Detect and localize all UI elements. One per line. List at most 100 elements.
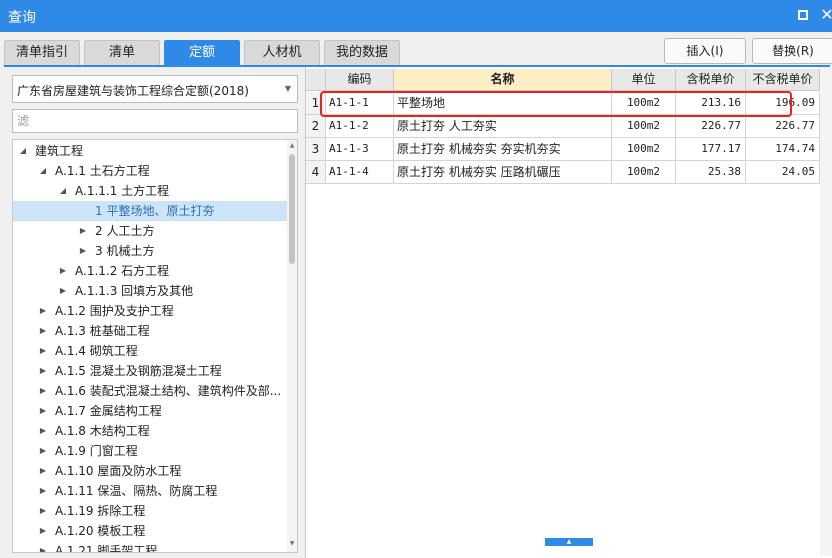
tree-collapse-icon[interactable]: ▶: [37, 461, 49, 481]
tree-node-a120[interactable]: ▶ A.1.20 模板工程: [13, 521, 287, 541]
tree-collapse-icon[interactable]: ▶: [37, 481, 49, 501]
grid-scrollbar[interactable]: [820, 67, 832, 556]
category-tree: ◢ 建筑工程 ◢ A.1.1 土石方工程 ◢ A.1.1.1 土方工程 1 平整…: [12, 139, 298, 553]
table-row[interactable]: 4 A1-1-4 原土打夯 机械夯实 压路机碾压 100m2 25.38 24.…: [306, 161, 820, 184]
tree-collapse-icon[interactable]: ▶: [57, 281, 69, 301]
tree-node-label: A.1.5 混凝土及钢筋混凝土工程: [55, 364, 222, 378]
close-button[interactable]: ✕: [818, 6, 832, 24]
tree-node-manual-earthwork[interactable]: ▶ 2 人工土方: [13, 221, 287, 241]
tree-collapse-icon[interactable]: ▶: [37, 381, 49, 401]
tree-node-label: A.1.19 拆除工程: [55, 504, 146, 518]
tree-node-a16[interactable]: ▶ A.1.6 装配式混凝土结构、建筑构件及部...: [13, 381, 287, 401]
scroll-down-icon[interactable]: ▼: [288, 540, 296, 550]
tree-node-a111[interactable]: ▶ A.1.11 保温、隔热、防腐工程: [13, 481, 287, 501]
row-index: 4: [306, 161, 326, 183]
tree-node-a14[interactable]: ▶ A.1.4 砌筑工程: [13, 341, 287, 361]
tree-node-label: A.1.1.1 土方工程: [75, 184, 170, 198]
tree-collapse-icon[interactable]: ▶: [37, 501, 49, 521]
tree-collapse-icon[interactable]: ▶: [37, 541, 49, 552]
header-price-tax[interactable]: 含税单价: [676, 69, 746, 90]
tree-node-a119[interactable]: ▶ A.1.19 拆除工程: [13, 501, 287, 521]
header-name[interactable]: 名称: [394, 69, 612, 90]
tree-expand-icon[interactable]: ◢: [17, 141, 29, 161]
close-icon: ✕: [820, 5, 832, 24]
cell-code: A1-1-2: [326, 115, 394, 137]
scroll-thumb[interactable]: [289, 154, 295, 264]
tree-node-label: A.1.7 金属结构工程: [55, 404, 162, 418]
tree-node-machine-earthwork[interactable]: ▶ 3 机械土方: [13, 241, 287, 261]
cell-unit: 100m2: [612, 161, 676, 183]
tree-node-label: A.1.21 脚手架工程: [55, 544, 158, 553]
row-index: 2: [306, 115, 326, 137]
insert-button[interactable]: 插入(I): [664, 38, 746, 64]
cell-price-tax: 177.17: [676, 138, 746, 160]
tree-node-a18[interactable]: ▶ A.1.8 木结构工程: [13, 421, 287, 441]
tree-node-label: A.1.1 土石方工程: [55, 164, 150, 178]
title-bar: 查询 ✕: [0, 0, 832, 32]
tab-labor-material-machine[interactable]: 人材机: [244, 40, 320, 66]
tree-collapse-icon[interactable]: ▶: [37, 441, 49, 461]
tree-node-a19[interactable]: ▶ A.1.9 门窗工程: [13, 441, 287, 461]
tree-node-stonework[interactable]: ▶ A.1.1.2 石方工程: [13, 261, 287, 281]
tree-node-label: 2 人工土方: [95, 224, 155, 238]
cell-unit: 100m2: [612, 138, 676, 160]
tree-collapse-icon[interactable]: ▶: [37, 361, 49, 381]
tree-node-label: A.1.1.3 回填方及其他: [75, 284, 194, 298]
tree-collapse-icon[interactable]: ▶: [77, 221, 89, 241]
tree-collapse-icon[interactable]: ▶: [57, 261, 69, 281]
tree-node-a15[interactable]: ▶ A.1.5 混凝土及钢筋混凝土工程: [13, 361, 287, 381]
row-index: 3: [306, 138, 326, 160]
tab-my-data[interactable]: 我的数据: [324, 40, 400, 66]
maximize-button[interactable]: [794, 6, 812, 24]
maximize-icon: [798, 10, 808, 20]
tree-node-a12[interactable]: ▶ A.1.2 围护及支护工程: [13, 301, 287, 321]
scroll-up-icon[interactable]: ▲: [288, 142, 296, 152]
tab-bill-guide[interactable]: 清单指引: [4, 40, 80, 66]
tree-node-a121[interactable]: ▶ A.1.21 脚手架工程: [13, 541, 287, 553]
tree-node-label: A.1.9 门窗工程: [55, 444, 138, 458]
tree-node-backfill[interactable]: ▶ A.1.1.3 回填方及其他: [13, 281, 287, 301]
tree-expand-icon[interactable]: ◢: [37, 161, 49, 181]
left-panel: 广东省房屋建筑与装饰工程综合定额(2018) ▼ ◢ 建筑工程 ◢ A.1.1 …: [0, 67, 304, 558]
tree-node-label: A.1.10 屋面及防水工程: [55, 464, 182, 478]
library-select[interactable]: 广东省房屋建筑与装饰工程综合定额(2018) ▼: [12, 75, 298, 103]
tree-collapse-icon[interactable]: ▶: [37, 421, 49, 441]
tree-scrollbar[interactable]: ▲ ▼: [287, 140, 297, 552]
tree-collapse-icon[interactable]: ▶: [77, 241, 89, 261]
tree-node-label: 建筑工程: [35, 144, 84, 158]
tree-node-earthwork[interactable]: ◢ A.1.1 土石方工程: [13, 161, 287, 181]
tree-collapse-icon[interactable]: ▶: [37, 401, 49, 421]
tree-node-a110[interactable]: ▶ A.1.10 屋面及防水工程: [13, 461, 287, 481]
header-unit[interactable]: 单位: [612, 69, 676, 90]
tree-node-label: A.1.2 围护及支护工程: [55, 304, 174, 318]
table-row[interactable]: 3 A1-1-3 原土打夯 机械夯实 夯实机夯实 100m2 177.17 17…: [306, 138, 820, 161]
replace-button[interactable]: 替换(R): [752, 38, 832, 64]
header-index: [306, 69, 326, 90]
tree-node-label: A.1.6 装配式混凝土结构、建筑构件及部...: [55, 384, 282, 398]
tab-quota[interactable]: 定额: [164, 40, 240, 66]
tree-node-soil[interactable]: ◢ A.1.1.1 土方工程: [13, 181, 287, 201]
tree-collapse-icon[interactable]: ▶: [37, 341, 49, 361]
header-price-notax[interactable]: 不含税单价: [746, 69, 820, 90]
tree-node-a17[interactable]: ▶ A.1.7 金属结构工程: [13, 401, 287, 421]
filter-input[interactable]: [12, 109, 298, 133]
grid-header: 编码 名称 单位 含税单价 不含税单价: [306, 69, 820, 91]
tree-node-a13[interactable]: ▶ A.1.3 桩基础工程: [13, 321, 287, 341]
panel-collapse-handle[interactable]: ▲: [545, 538, 593, 546]
tree-node-label: A.1.8 木结构工程: [55, 424, 150, 438]
tree-node-label: A.1.11 保温、隔热、防腐工程: [55, 484, 218, 498]
tab-bill[interactable]: 清单: [84, 40, 160, 66]
highlight-annotation: [320, 91, 792, 117]
tree-collapse-icon[interactable]: ▶: [37, 521, 49, 541]
tree-collapse-icon[interactable]: ▶: [37, 321, 49, 341]
cell-name: 原土打夯 机械夯实 压路机碾压: [394, 161, 612, 183]
cell-price-notax: 24.05: [746, 161, 820, 183]
tree-node-leveling[interactable]: 1 平整场地、原土打夯: [13, 201, 287, 221]
tree-node-building[interactable]: ◢ 建筑工程: [13, 141, 287, 161]
table-row[interactable]: 2 A1-1-2 原土打夯 人工夯实 100m2 226.77 226.77: [306, 115, 820, 138]
tree-node-label: A.1.4 砌筑工程: [55, 344, 138, 358]
header-code[interactable]: 编码: [326, 69, 394, 90]
cell-unit: 100m2: [612, 115, 676, 137]
tree-collapse-icon[interactable]: ▶: [37, 301, 49, 321]
tree-expand-icon[interactable]: ◢: [57, 181, 69, 201]
